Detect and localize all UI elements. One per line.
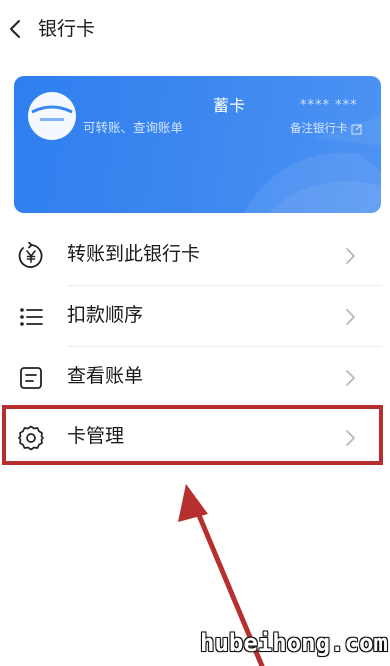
menu-item-transfer[interactable]: 转账到此银行卡	[0, 225, 390, 285]
back-button[interactable]	[4, 14, 28, 44]
watermark: hubeihong.com	[200, 629, 388, 657]
highlight-annotation	[2, 405, 383, 465]
bank-card[interactable]: 蓄卡 **** *** 可转账、查询账单 备注银行卡	[14, 76, 381, 213]
page-title: 银行卡	[38, 18, 96, 40]
card-subtitle: 可转账、查询账单	[83, 120, 184, 135]
list-icon	[17, 303, 45, 331]
chevron-right-icon	[343, 366, 357, 390]
menu-item-view-bill[interactable]: 查看账单	[0, 347, 390, 407]
remark-card-label: 备注银行卡	[290, 121, 348, 135]
yen-transfer-icon	[17, 242, 45, 270]
bank-logo-icon	[26, 90, 78, 142]
card-number: **** ***	[300, 98, 358, 113]
menu-item-label: 查看账单	[67, 365, 144, 387]
chevron-right-icon	[343, 244, 357, 268]
card-name: 蓄卡	[213, 96, 246, 115]
edit-icon	[351, 123, 363, 135]
bill-icon	[17, 364, 45, 392]
remark-card-button[interactable]: 备注银行卡	[288, 120, 365, 137]
menu-item-label: 扣款顺序	[67, 304, 144, 326]
chevron-left-icon	[10, 20, 20, 38]
top-bar: 银行卡	[0, 0, 390, 62]
menu-item-label: 转账到此银行卡	[67, 243, 201, 265]
menu-item-debit-order[interactable]: 扣款顺序	[0, 286, 390, 346]
chevron-right-icon	[343, 305, 357, 329]
